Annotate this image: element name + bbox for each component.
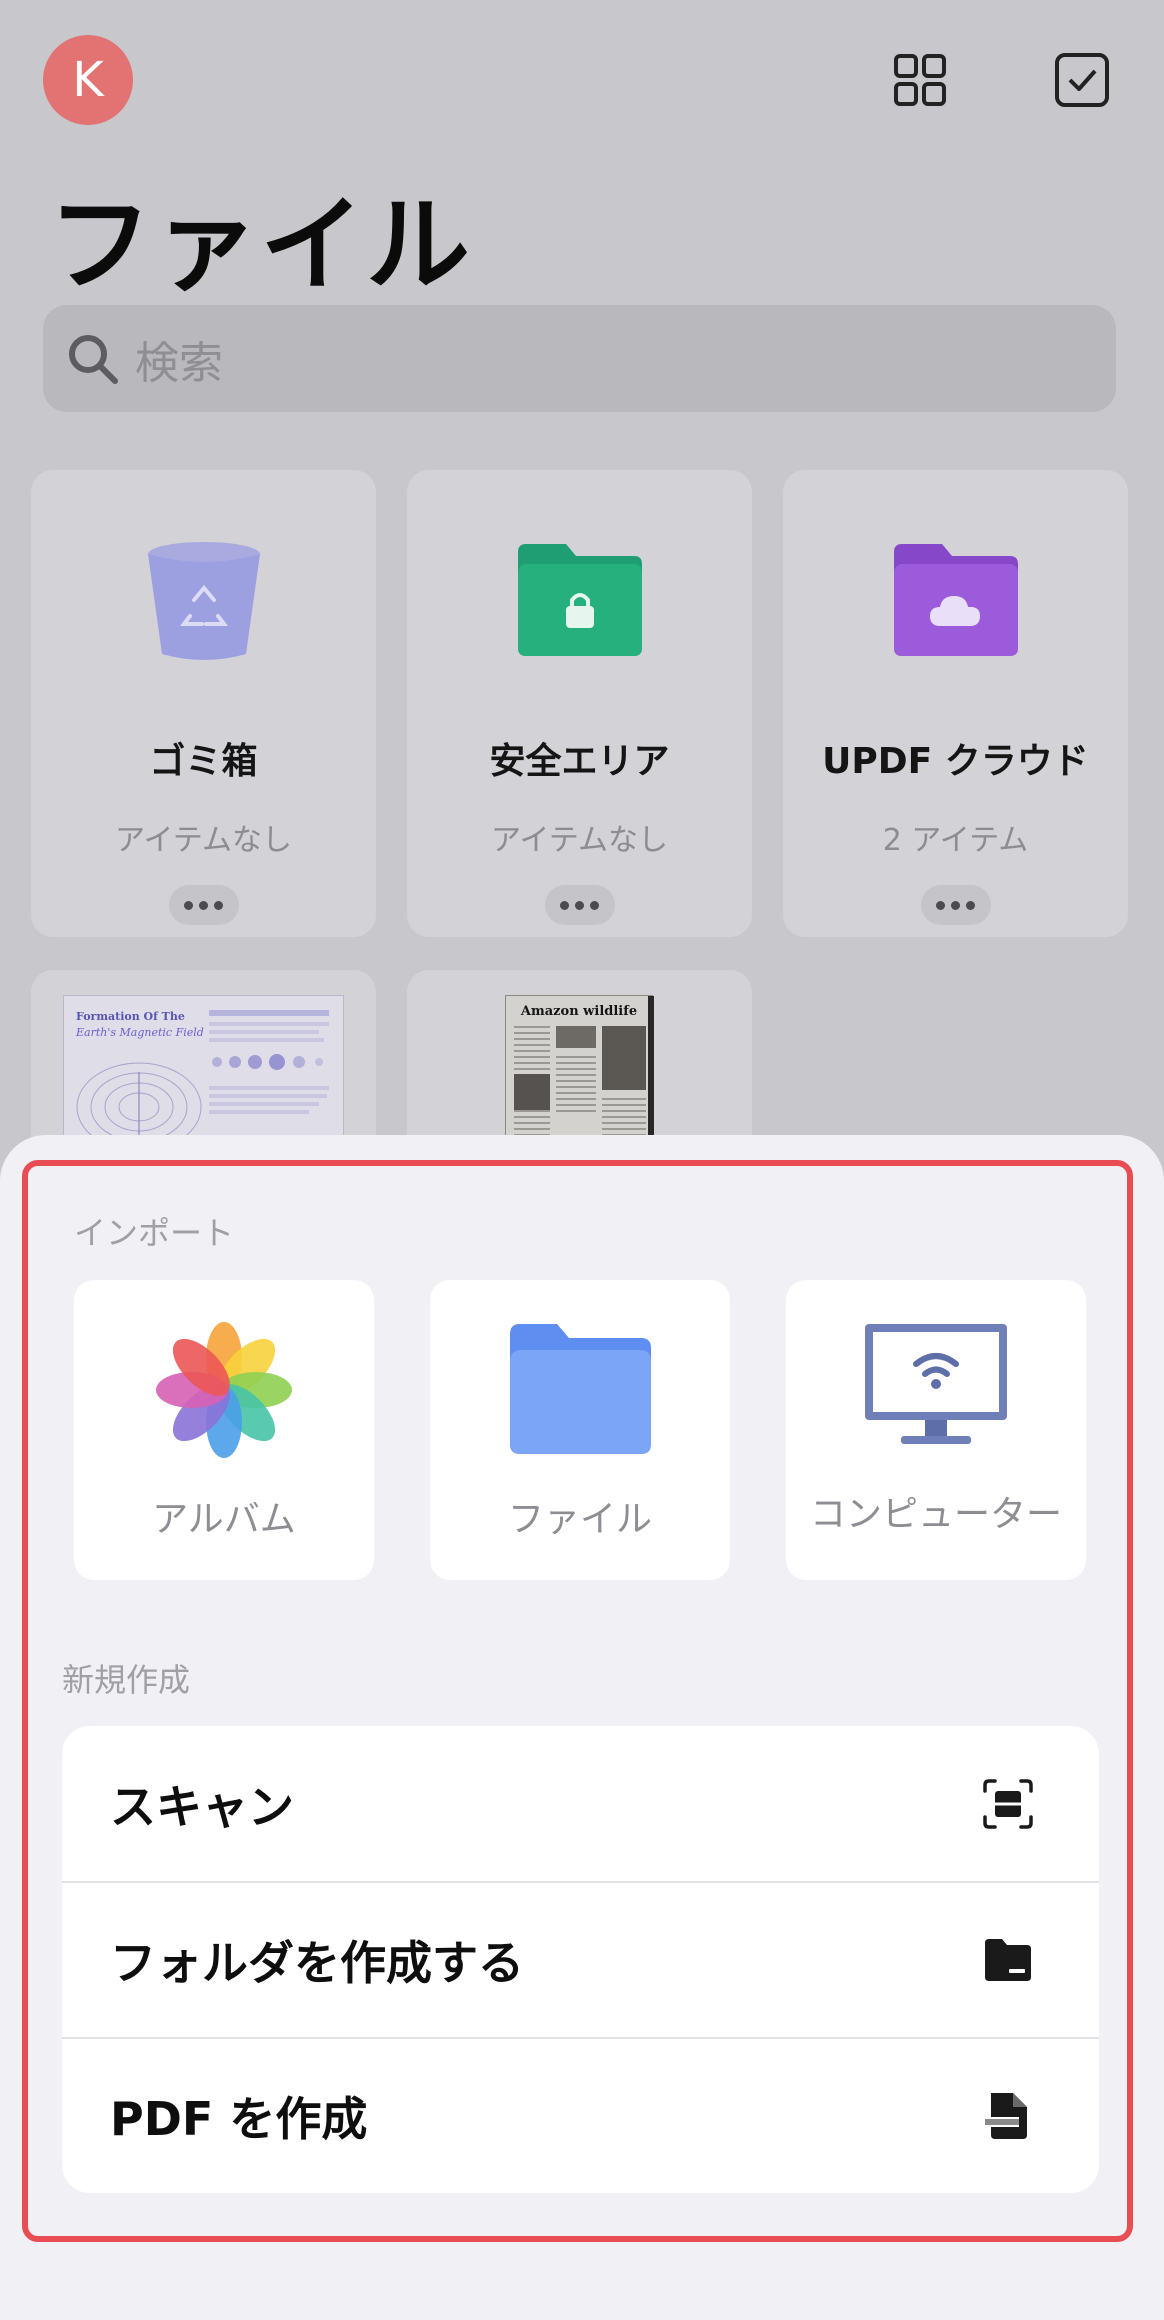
folder-card-trash[interactable]: ゴミ箱 アイテムなし <box>31 470 376 937</box>
tile-label: ファイル <box>507 1499 652 1540</box>
tile-label: アルバム <box>152 1499 296 1540</box>
file-browser-background: K ファイル 検索 ゴミ箱 アイテムなし 安全エリア アイテムなし UPDF ク… <box>0 0 1164 1170</box>
folder-name: 安全エリア <box>489 741 670 782</box>
row-label: フォルダを作成する <box>110 1935 524 1990</box>
trash-bin-icon <box>134 530 274 670</box>
import-files-button[interactable]: ファイル <box>430 1280 730 1580</box>
document-title-line: Earth's Magnetic Field <box>76 1026 204 1039</box>
search-bar[interactable]: 検索 <box>43 305 1116 412</box>
folder-item-count: アイテムなし <box>491 823 668 858</box>
avatar-initial: K <box>72 52 104 108</box>
folder-name: ゴミ箱 <box>149 741 258 782</box>
create-options-list: スキャン フォルダを作成する PDF を作成 <box>62 1726 1099 2193</box>
tile-label: コンピューター <box>809 1494 1062 1535</box>
folder-name: UPDF クラウド <box>822 741 1089 782</box>
folder-card-updf-cloud[interactable]: UPDF クラウド 2 アイテム <box>783 470 1128 937</box>
folder-item-count: アイテムなし <box>115 823 292 858</box>
create-section-label: 新規作成 <box>62 1661 191 1699</box>
more-options-button[interactable] <box>920 885 991 925</box>
search-icon <box>69 334 118 384</box>
create-pdf-row[interactable]: PDF を作成 <box>62 2037 1099 2192</box>
folder-icon <box>981 1933 1035 1987</box>
scan-row[interactable]: スキャン <box>62 1726 1099 1881</box>
import-section-label: インポート <box>74 1214 235 1252</box>
more-options-button[interactable] <box>544 885 615 925</box>
secure-folder-icon <box>510 530 650 670</box>
document-title: Amazon wildlife <box>520 1004 638 1019</box>
scan-icon <box>981 1777 1035 1831</box>
files-folder-icon <box>505 1320 655 1460</box>
row-label: PDF を作成 <box>110 2091 368 2146</box>
document-icon <box>981 2089 1035 2143</box>
create-folder-row[interactable]: フォルダを作成する <box>62 1881 1099 2036</box>
cloud-folder-icon <box>886 530 1026 670</box>
document-title-line: Formation Of The <box>76 1010 185 1023</box>
avatar[interactable]: K <box>43 35 133 125</box>
folder-item-count: 2 アイテム <box>882 823 1029 858</box>
more-options-button[interactable] <box>168 885 239 925</box>
import-album-button[interactable]: アルバム <box>74 1280 374 1580</box>
photos-icon <box>149 1320 299 1460</box>
page-title: ファイル <box>48 184 473 306</box>
computer-wifi-icon <box>861 1320 1011 1460</box>
grid-view-icon[interactable] <box>890 50 950 110</box>
folder-card-secure-area[interactable]: 安全エリア アイテムなし <box>407 470 752 937</box>
row-label: スキャン <box>110 1779 294 1834</box>
search-placeholder: 検索 <box>135 337 223 389</box>
import-computer-button[interactable]: コンピューター <box>786 1280 1086 1580</box>
select-checkbox-icon[interactable] <box>1052 50 1112 110</box>
